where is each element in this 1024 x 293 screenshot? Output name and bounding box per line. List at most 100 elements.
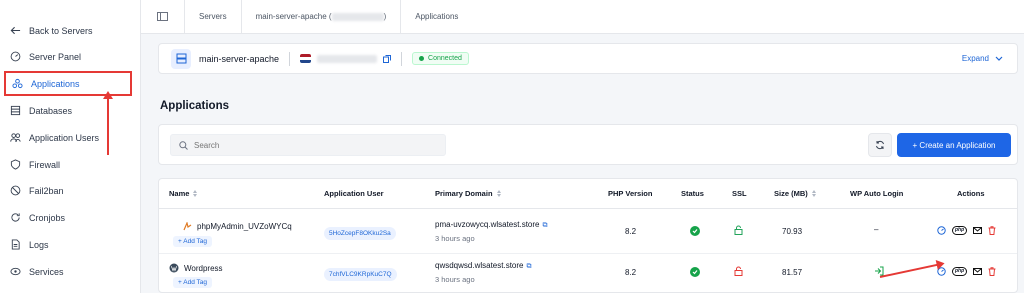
trash-icon[interactable] xyxy=(988,226,996,235)
sidebar-item-logs[interactable]: Logs xyxy=(4,232,132,257)
row-actions: php xyxy=(937,226,996,235)
sidebar-item-label: Cronjobs xyxy=(29,212,66,223)
sidebar-item-databases[interactable]: Databases xyxy=(4,98,132,123)
sidebar-item-label: Back to Servers xyxy=(29,25,93,36)
server-icon xyxy=(171,48,191,69)
wp-auto-login: – xyxy=(874,225,879,234)
breadcrumb-server-label: main-server-apache ( xyxy=(255,12,332,21)
php-version: 8.2 xyxy=(625,227,637,236)
unlock-icon xyxy=(734,266,743,278)
phpmyadmin-icon xyxy=(183,222,192,231)
created-time: 3 hours ago xyxy=(435,275,475,284)
server-name: main-server-apache xyxy=(199,53,280,64)
sidebar-toggle-button[interactable] xyxy=(141,0,185,34)
refresh-button[interactable] xyxy=(868,133,892,157)
sidebar-item-label: Services xyxy=(29,266,64,277)
application-user-pill[interactable]: 7chfVLC9KRpKuC7Q xyxy=(324,268,397,281)
external-link-icon[interactable]: ⧉ xyxy=(542,222,547,229)
domain-link[interactable]: qwsdqwsd.wlsatest.store xyxy=(435,261,523,270)
sidebar-toggle-icon xyxy=(157,12,168,21)
expand-button[interactable]: Expand xyxy=(962,54,1003,63)
column-header-wp-auto-login: WP Auto Login xyxy=(850,189,904,198)
column-header-domain[interactable]: Primary Domain xyxy=(435,189,501,198)
mail-icon[interactable] xyxy=(973,227,983,234)
ban-icon xyxy=(10,185,21,196)
sort-icon xyxy=(193,190,197,197)
status-badge: Connected xyxy=(412,52,469,65)
breadcrumb-server[interactable]: main-server-apache ( ) xyxy=(242,0,402,34)
domain-link[interactable]: pma-uvzowycq.wlsatest.store xyxy=(435,220,539,229)
users-icon xyxy=(10,133,21,142)
annotation-arrow-vertical xyxy=(103,91,113,155)
copy-icon[interactable] xyxy=(383,54,392,63)
app-name[interactable]: phpMyAdmin_UVZoWYCq xyxy=(183,222,292,231)
sidebar-item-cronjobs[interactable]: Cronjobs xyxy=(4,205,132,230)
sidebar-item-back-to-servers[interactable]: Back to Servers xyxy=(4,18,132,43)
breadcrumb-servers[interactable]: Servers xyxy=(185,0,242,34)
database-icon xyxy=(10,105,21,116)
primary-domain[interactable]: pma-uvzowycq.wlsatest.store ⧉ xyxy=(435,220,547,230)
application-user-pill[interactable]: 5HoZcepF8OKku2Sa xyxy=(324,227,396,240)
wordpress-icon xyxy=(169,263,179,273)
arrow-left-icon xyxy=(10,26,21,35)
app-size: 70.93 xyxy=(782,227,803,236)
column-header-actions: Actions xyxy=(957,189,985,198)
sidebar-item-firewall[interactable]: Firewall xyxy=(4,152,132,177)
create-application-button[interactable]: + Create an Application xyxy=(897,133,1011,157)
column-header-php: PHP Version xyxy=(608,189,653,198)
redacted-ip xyxy=(317,54,378,63)
sidebar-item-label: Applications xyxy=(31,78,80,89)
app-name-label: Wordpress xyxy=(184,263,223,273)
column-header-user: Application User xyxy=(324,189,384,198)
file-icon xyxy=(11,239,20,250)
trash-icon[interactable] xyxy=(988,267,996,276)
sidebar-item-label: Firewall xyxy=(29,159,61,170)
app-name[interactable]: Wordpress xyxy=(169,263,223,273)
sidebar-item-label: Server Panel xyxy=(29,51,82,62)
sidebar: Back to Servers Server Panel Application… xyxy=(0,0,141,293)
sidebar-item-application-users[interactable]: Application Users xyxy=(4,125,132,150)
applications-icon xyxy=(12,78,23,89)
search-icon xyxy=(179,140,188,150)
page-title: Applications xyxy=(160,100,230,112)
php-icon[interactable]: php xyxy=(952,267,968,276)
refresh-icon xyxy=(876,140,884,150)
header-label: Name xyxy=(169,189,190,198)
mail-icon[interactable] xyxy=(973,268,983,275)
column-header-name[interactable]: Name xyxy=(169,189,197,198)
expand-label: Expand xyxy=(961,54,989,63)
status-check-icon xyxy=(690,267,700,277)
breadcrumb: Servers main-server-apache ( ) Applicati… xyxy=(141,0,1024,34)
table-row: phpMyAdmin_UVZoWYCq + Add Tag 5HoZcepF8O… xyxy=(159,214,1017,254)
sidebar-item-label: Fail2ban xyxy=(29,185,64,196)
table-header: Name Application User Primary Domain PHP… xyxy=(159,179,1017,209)
add-tag-button[interactable]: + Add Tag xyxy=(173,236,212,247)
services-icon xyxy=(10,267,21,276)
primary-domain[interactable]: qwsdqwsd.wlsatest.store ⧉ xyxy=(435,261,531,271)
row-actions: php xyxy=(937,267,996,276)
column-header-status: Status xyxy=(681,189,704,198)
server-info-card: main-server-apache Connected Expand xyxy=(158,43,1018,74)
column-header-ssl: SSL xyxy=(732,189,747,198)
shield-icon xyxy=(10,159,21,170)
search-box xyxy=(170,134,446,156)
app-size: 81.57 xyxy=(782,268,803,277)
php-version: 8.2 xyxy=(625,268,637,277)
netherlands-flag-icon xyxy=(300,54,312,63)
search-input[interactable] xyxy=(194,140,434,150)
applications-toolbar: + Create an Application xyxy=(158,124,1018,165)
sidebar-item-fail2ban[interactable]: Fail2ban xyxy=(4,178,132,203)
header-label: Primary Domain xyxy=(435,189,493,198)
add-tag-button[interactable]: + Add Tag xyxy=(173,277,212,288)
php-icon[interactable]: php xyxy=(952,226,968,235)
column-header-size[interactable]: Size (MB) xyxy=(774,189,816,198)
dashboard-icon[interactable] xyxy=(937,226,946,235)
redacted-ip xyxy=(331,12,384,21)
external-link-icon[interactable]: ⧉ xyxy=(526,263,531,270)
created-time: 3 hours ago xyxy=(435,234,475,243)
sort-icon xyxy=(812,190,816,197)
breadcrumb-current: Applications xyxy=(415,12,459,21)
sidebar-item-services[interactable]: Services xyxy=(4,259,132,284)
divider xyxy=(289,51,291,66)
sidebar-item-server-panel[interactable]: Server Panel xyxy=(4,44,132,69)
